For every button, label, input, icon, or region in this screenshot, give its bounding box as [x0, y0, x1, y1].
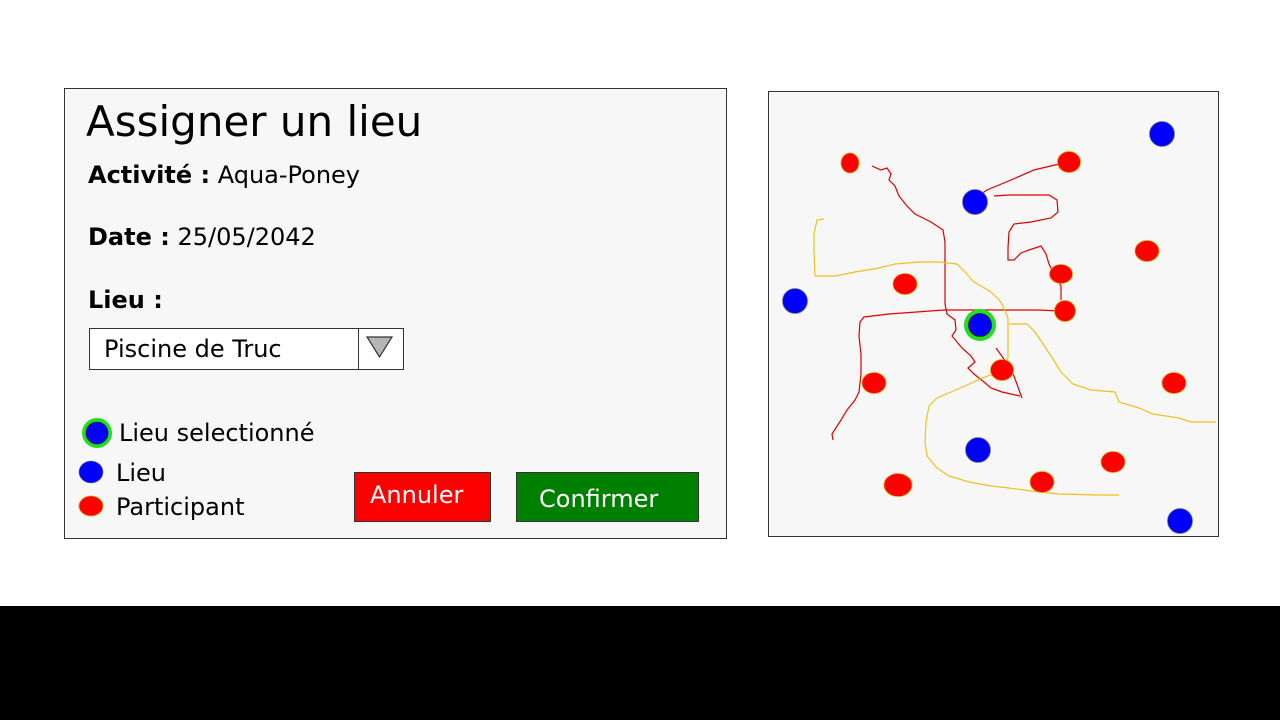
map-canvas [782, 121, 1216, 534]
cancel-button[interactable]: Annuler [354, 472, 491, 522]
route-yellow-2 [1009, 323, 1216, 423]
legend-selected-place-label: Lieu selectionné [119, 419, 315, 447]
route-red-3 [974, 160, 1070, 199]
selected-place-marker [968, 313, 992, 337]
activity-value: Aqua-Poney [217, 161, 361, 189]
participant-marker [1049, 264, 1073, 284]
participant-marker [861, 372, 887, 394]
participant-marker [1057, 151, 1081, 173]
participant-marker [840, 152, 860, 174]
participant-marker [1134, 240, 1160, 262]
map-view[interactable] [768, 91, 1219, 537]
place-marker [965, 437, 991, 463]
participant-marker [883, 473, 913, 497]
legend-place-label: Lieu [116, 459, 167, 487]
place-marker [782, 288, 808, 314]
dialog-title: Assigner un lieu [86, 97, 423, 146]
place-select[interactable]: Piscine de Truc [89, 328, 404, 370]
selected-place-marker-icon [82, 418, 112, 448]
place-row: Lieu : [88, 286, 163, 314]
confirm-button[interactable]: Confirmer [516, 472, 699, 522]
screen: Assigner un lieu Activité : Aqua-Poney D… [0, 0, 1280, 720]
date-value: 25/05/2042 [177, 223, 316, 251]
participant-marker [1054, 300, 1076, 322]
date-label: Date : [88, 223, 170, 251]
assign-place-dialog: Assigner un lieu Activité : Aqua-Poney D… [64, 88, 727, 539]
participant-marker [892, 273, 918, 295]
triangle-down-icon [365, 336, 394, 359]
route-red-4 [993, 194, 1062, 300]
participant-marker [1161, 372, 1187, 394]
confirm-button-label: Confirmer [539, 485, 659, 513]
activity-label: Activité : [88, 161, 211, 189]
participant-marker [990, 359, 1014, 381]
legend-participant-label: Participant [116, 493, 245, 521]
place-marker [1167, 508, 1193, 534]
place-label: Lieu : [88, 286, 163, 314]
participant-marker [1100, 451, 1126, 473]
place-select-value: Piscine de Truc [104, 335, 282, 363]
place-marker [1149, 121, 1175, 147]
place-select-toggle[interactable] [358, 328, 404, 370]
activity-row: Activité : Aqua-Poney [88, 161, 360, 189]
participant-marker [1029, 471, 1055, 493]
date-row: Date : 25/05/2042 [88, 223, 316, 251]
place-marker-icon [78, 460, 104, 484]
bottom-bar [0, 606, 1280, 720]
place-marker [962, 189, 988, 215]
cancel-button-label: Annuler [370, 481, 464, 509]
participant-marker-icon [78, 495, 104, 517]
